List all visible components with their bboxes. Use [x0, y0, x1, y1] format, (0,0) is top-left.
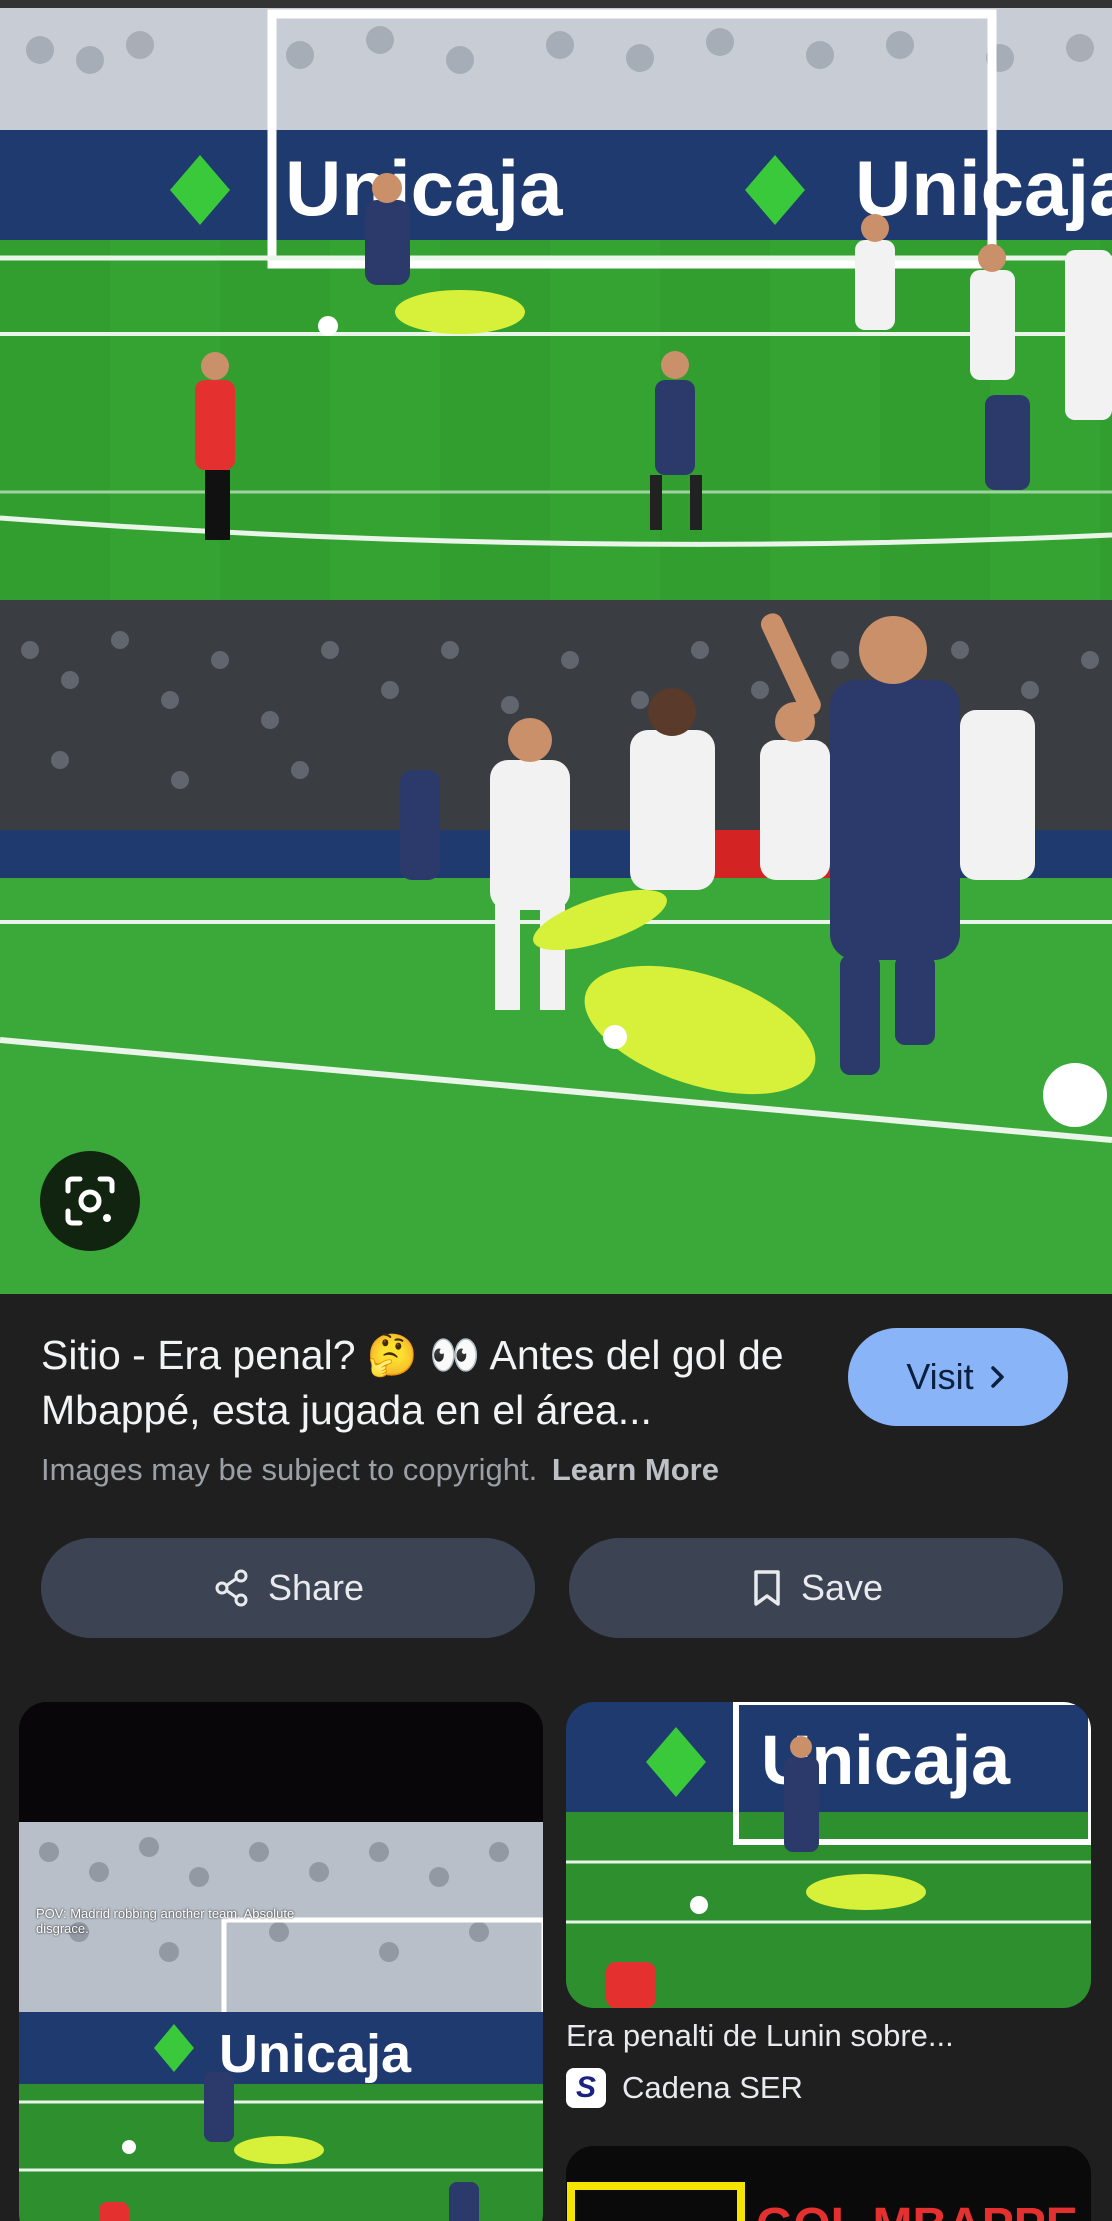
right-card-title[interactable]: Era penalti de Lunin sobre... — [566, 2018, 1096, 2054]
right-card-source-name: Cadena SER — [622, 2070, 803, 2105]
copyright-text: Images may be subject to copyright. — [41, 1452, 538, 1487]
left-card-caption: POV: Madrid robbing another team. Absolu… — [36, 1906, 295, 1936]
result-title[interactable]: Sitio - Era penal? 🤔 👀 Antes del gol de … — [41, 1328, 811, 1438]
save-label: Save — [800, 1567, 884, 1608]
lens-search-button[interactable] — [40, 1151, 140, 1251]
bookmark-icon — [754, 1570, 780, 1606]
visit-label: Visit — [906, 1356, 974, 1397]
related-image-right[interactable]: Unicaja — [566, 1702, 1091, 2008]
visit-button[interactable]: Visit — [848, 1328, 1068, 1426]
chevron-right-icon — [990, 1366, 1004, 1388]
related-image-right-2-graphic: GOL MBAPPE — [566, 2146, 1091, 2221]
main-image[interactable]: Unicaja Unicaja — [0, 0, 1112, 1294]
left-card-banner-text: Unicaja — [219, 2024, 412, 2084]
copyright-notice: Images may be subject to copyright. Lear… — [41, 1452, 941, 1488]
related-image-left-graphic: Unicaja — [19, 1702, 543, 2221]
related-image-right-2[interactable]: GOL MBAPPE — [566, 2146, 1091, 2221]
right-card-source[interactable]: S Cadena SER — [566, 2068, 803, 2108]
image-viewer-page: Unicaja Unicaja Sitio - Era penal? 🤔 👀 A… — [0, 0, 1112, 2221]
save-button[interactable]: Save — [569, 1538, 1063, 1638]
share-button[interactable]: Share — [41, 1538, 535, 1638]
share-icon — [215, 1569, 248, 1607]
share-label: Share — [267, 1567, 365, 1608]
cadena-ser-logo-icon: S — [566, 2068, 606, 2108]
lens-icon — [65, 1176, 115, 1226]
main-image-graphic: Unicaja Unicaja — [0, 0, 1112, 1294]
banner-text-top: Unicaja — [285, 144, 563, 232]
right-card-2-banner-text: GOL MBAPPE — [756, 2199, 1078, 2221]
related-image-left[interactable]: Unicaja POV: Madrid robbing another team… — [19, 1702, 543, 2221]
related-image-right-graphic: Unicaja — [566, 1702, 1091, 2008]
learn-more-link[interactable]: Learn More — [552, 1452, 719, 1487]
banner-text-top-2: Unicaja — [855, 144, 1112, 232]
